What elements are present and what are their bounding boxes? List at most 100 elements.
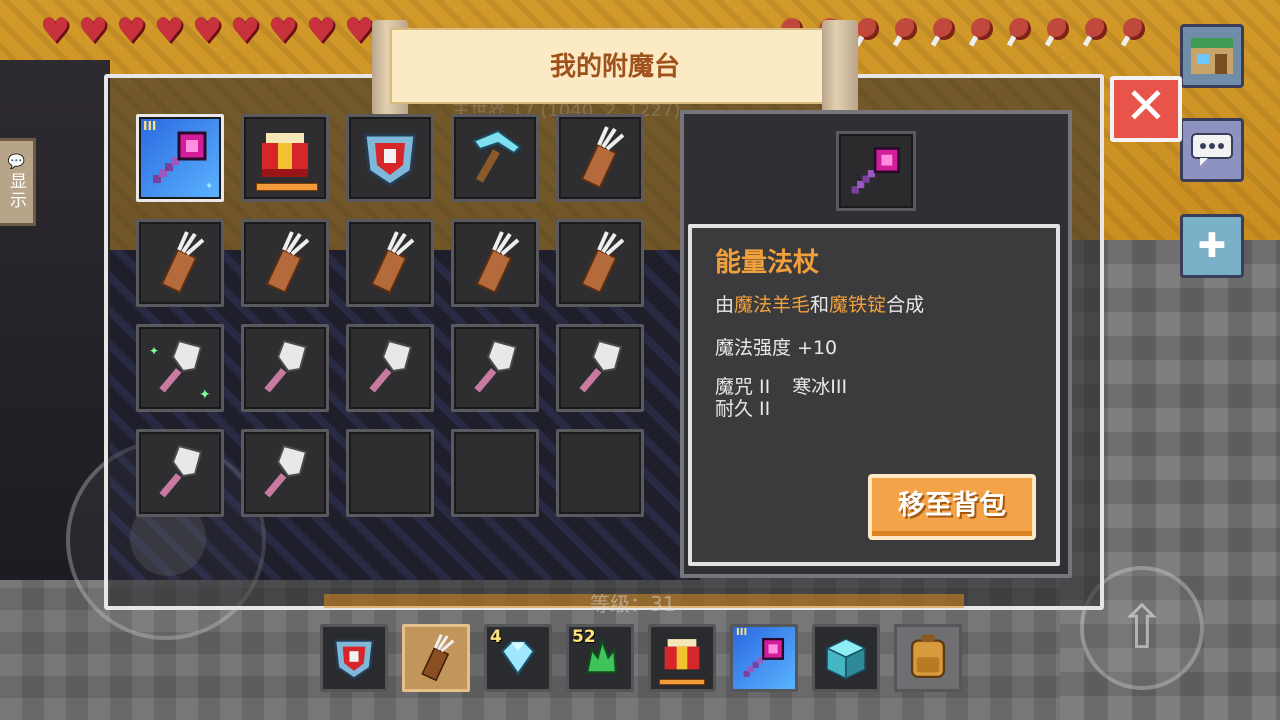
show-label: 显示	[6, 172, 26, 210]
inventory-grid: ✦ III ✦ ✦	[136, 114, 648, 520]
recipe-prefix: 由	[715, 294, 735, 316]
heart-icon: ♥	[192, 11, 223, 51]
recipe-ingredient: 魔铁锭	[829, 294, 887, 316]
item-count: 52	[572, 627, 596, 647]
meat-icon	[1117, 14, 1151, 48]
hotbar-slot[interactable]: 4	[484, 624, 552, 692]
arrow-quiver-icon	[475, 231, 520, 294]
inventory-slot[interactable]	[241, 219, 329, 307]
inventory-slot[interactable]	[451, 324, 539, 412]
item-recipe: 由魔法羊毛和魔铁锭合成	[715, 290, 924, 317]
arrow-quiver-icon	[265, 231, 310, 294]
heart-icon: ♥	[40, 11, 71, 51]
item-preview-slot	[836, 131, 916, 211]
shield-banner-icon	[333, 639, 375, 680]
heart-icon: ♥	[230, 11, 261, 51]
inventory-slot[interactable]	[136, 429, 224, 517]
glass-block-icon	[825, 638, 867, 680]
shovel-icon	[369, 339, 413, 393]
empty-slot[interactable]	[556, 429, 644, 517]
heart-icon: ♥	[268, 11, 299, 51]
item-count: 4	[490, 627, 502, 647]
chat-bubble-icon: 💬	[7, 154, 26, 170]
enchanted-shovel-icon: ✦ ✦	[149, 339, 211, 403]
shovel-icon	[264, 444, 308, 498]
inventory-slot[interactable]	[241, 429, 329, 517]
chat-button[interactable]	[1180, 118, 1244, 182]
hotbar-slot[interactable]	[648, 624, 716, 692]
move-to-backpack-button[interactable]: 移至背包	[868, 474, 1036, 540]
hotbar-slot-selected[interactable]	[402, 624, 470, 692]
inventory-slot[interactable]: ✦ III	[136, 114, 224, 202]
hotbar-slot[interactable]: III	[730, 624, 798, 692]
arrow-quiver-icon	[580, 126, 625, 189]
inventory-slot[interactable]	[556, 114, 644, 202]
arrow-quiver-icon	[421, 633, 455, 682]
level-label: 等级：31	[590, 592, 676, 616]
empty-slot[interactable]	[451, 429, 539, 517]
diamond-pickaxe-icon	[472, 129, 522, 183]
inventory-slot[interactable]	[556, 324, 644, 412]
meat-icon	[927, 14, 961, 48]
enchantment-entry: 寒冰III	[792, 376, 848, 398]
inventory-slot[interactable]	[451, 219, 539, 307]
arrow-quiver-icon	[160, 231, 205, 294]
meat-icon	[965, 14, 999, 48]
add-button[interactable]: ✚	[1180, 214, 1244, 278]
close-icon: ✕	[1125, 77, 1167, 135]
shovel-icon	[264, 339, 308, 393]
shop-button[interactable]	[1180, 24, 1244, 88]
inventory-slot[interactable]	[346, 219, 434, 307]
shovel-icon	[159, 444, 203, 498]
enchant-tier-badge: III	[736, 627, 748, 638]
enchantment-list: 魔咒 II 寒冰III 耐久 II	[715, 376, 847, 420]
inventory-slot[interactable]	[241, 114, 329, 202]
shovel-icon	[474, 339, 518, 393]
show-chat-button[interactable]: 💬 显示	[0, 138, 36, 226]
inventory-slot[interactable]	[346, 324, 434, 412]
enchant-tier-badge: III	[143, 119, 157, 133]
hotbar-slot[interactable]	[812, 624, 880, 692]
dialog-title: 我的附魔台	[549, 52, 680, 82]
svg-text:✦: ✦	[149, 344, 159, 358]
speech-bubble-icon	[1191, 133, 1233, 166]
backpack-icon	[910, 634, 946, 679]
recipe-conjunction: 和	[810, 294, 830, 316]
inventory-slot[interactable]: ✦ ✦	[136, 324, 224, 412]
heart-icon: ♥	[78, 11, 109, 51]
inventory-slot[interactable]	[346, 114, 434, 202]
recipe-ingredient: 魔法羊毛	[734, 294, 811, 316]
inventory-slot[interactable]	[451, 114, 539, 202]
hotbar-slot[interactable]	[320, 624, 388, 692]
arrow-quiver-icon	[370, 231, 415, 294]
meat-icon	[1003, 14, 1037, 48]
meat-icon	[1041, 14, 1075, 48]
arrow-quiver-icon	[580, 231, 625, 294]
shield-banner-icon	[363, 133, 417, 187]
inventory-slot[interactable]	[136, 219, 224, 307]
title-banner: 我的附魔台	[372, 20, 858, 116]
health-bar: ♥ ♥ ♥ ♥ ♥ ♥ ♥ ♥ ♥	[40, 11, 378, 51]
up-arrow-icon: ⇧	[1116, 593, 1168, 663]
plus-icon: ✚	[1197, 226, 1227, 266]
svg-text:✦: ✦	[199, 387, 211, 403]
shovel-icon	[579, 339, 623, 393]
close-button[interactable]: ✕	[1110, 76, 1182, 142]
backpack-button[interactable]	[894, 624, 962, 692]
meat-icon	[1079, 14, 1113, 48]
recipe-suffix: 合成	[886, 294, 925, 316]
enchantment-entry: 耐久 II	[715, 398, 771, 420]
inventory-slot[interactable]	[556, 219, 644, 307]
heart-icon: ♥	[306, 11, 337, 51]
item-stat: 魔法强度 +10	[715, 337, 838, 359]
enchantment-entry: 魔咒 II	[715, 376, 771, 398]
inventory-slot[interactable]	[241, 324, 329, 412]
item-name: 能量法杖	[715, 248, 820, 278]
hotbar-slot[interactable]: 52	[566, 624, 634, 692]
durability-bar	[256, 183, 318, 191]
heart-icon: ♥	[154, 11, 185, 51]
hotbar: 4 52 III	[320, 624, 962, 692]
heart-icon: ♥	[116, 11, 147, 51]
shop-icon	[1191, 38, 1233, 74]
empty-slot[interactable]	[346, 429, 434, 517]
